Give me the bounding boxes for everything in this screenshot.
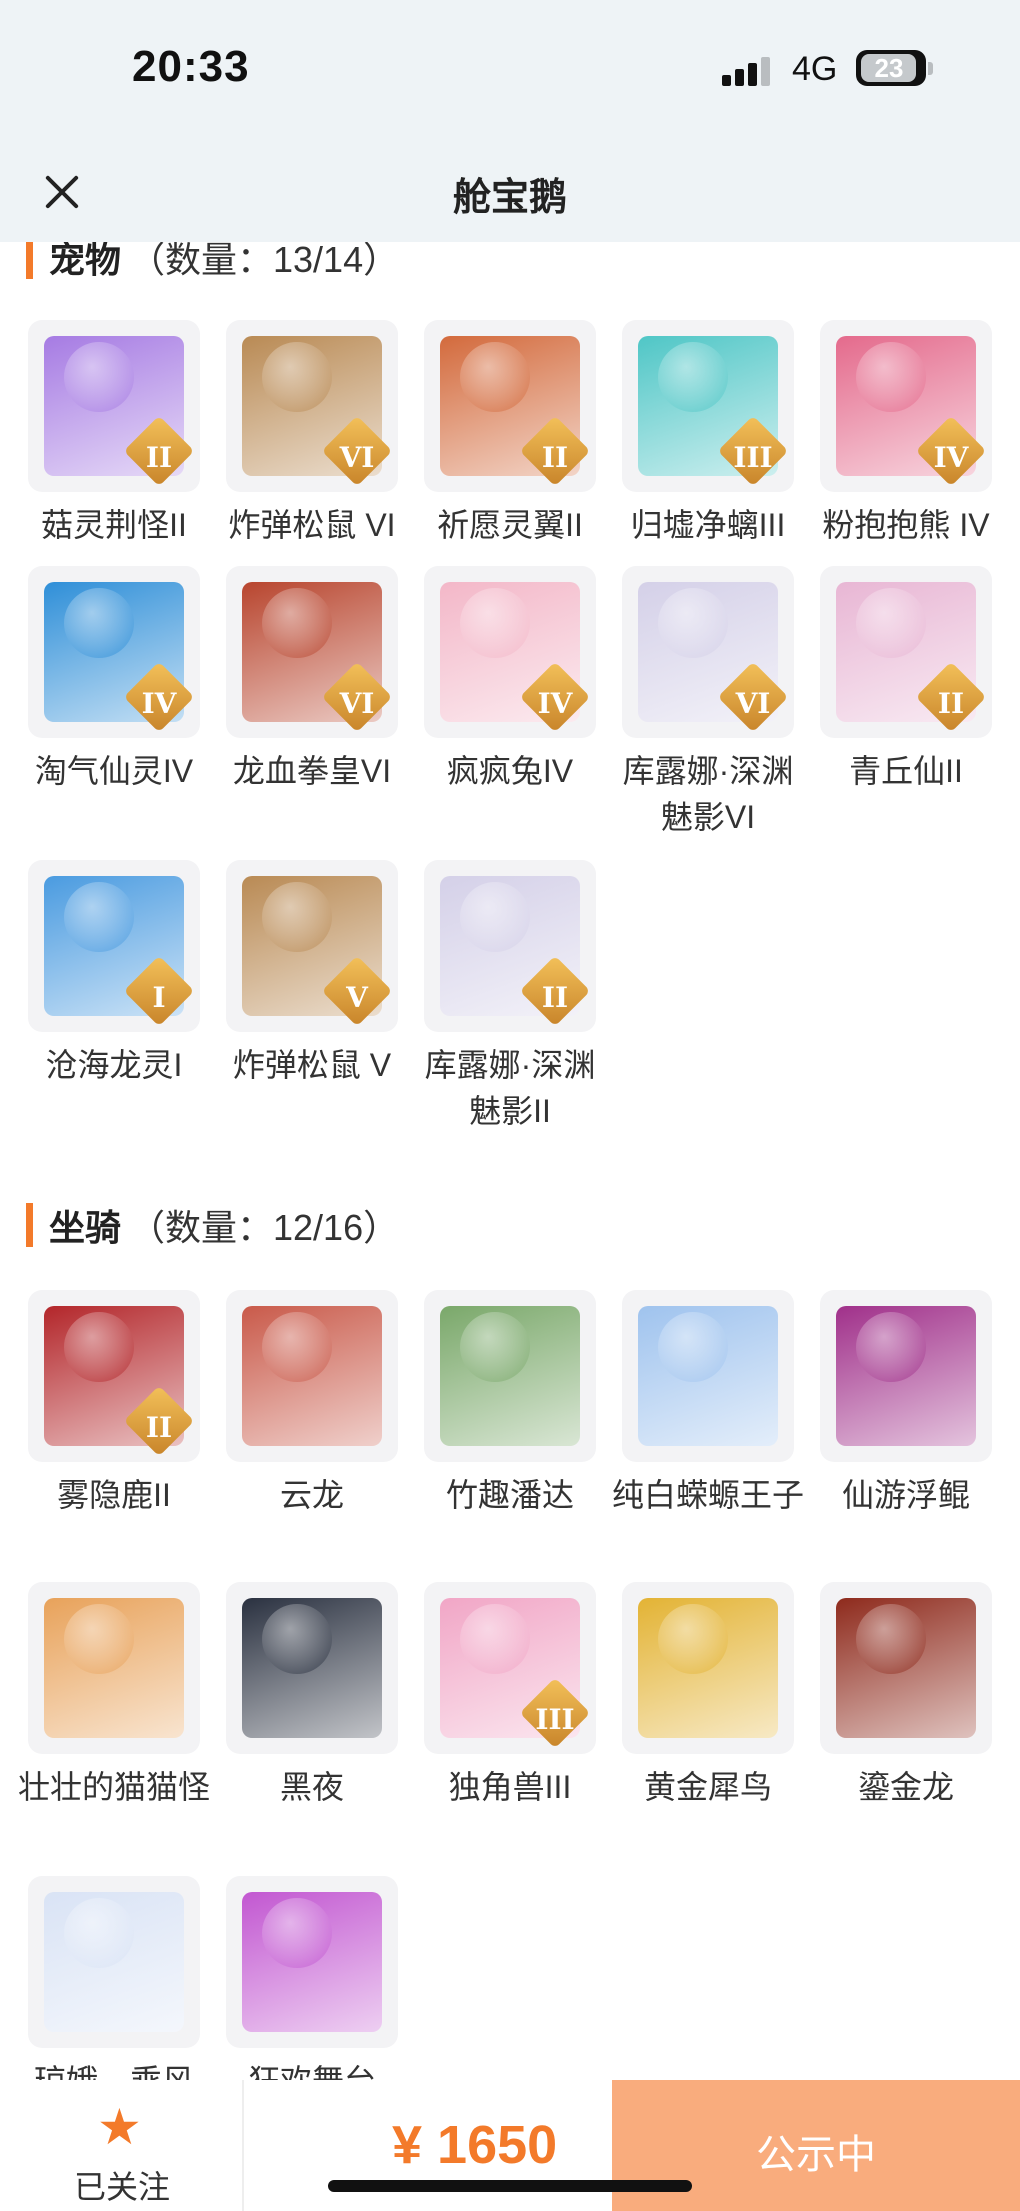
tier-badge-label: II <box>145 441 173 474</box>
item-thumbnail: IV <box>424 566 596 738</box>
item-name: 黄金犀鸟 <box>643 1769 772 1805</box>
item-thumbnail: VI <box>622 566 794 738</box>
item-name: 炸弹松鼠 VI <box>228 507 396 543</box>
price: ¥ 1650 <box>392 2115 558 2175</box>
item-name: 狂欢舞台 <box>212 2058 412 2080</box>
tier-badge-label: VI <box>735 687 771 720</box>
item-name: 黑夜 <box>279 1769 344 1805</box>
item-name: 仙游浮鲲 <box>841 1477 970 1513</box>
section-header: 坐骑 （数量：12/16） <box>26 1200 399 1250</box>
item-name: 归墟净螭III <box>630 507 786 543</box>
tier-badge-label: IV <box>933 441 969 474</box>
item-thumbnail: III <box>622 320 794 492</box>
content-area: 宠物 （数量：13/14） II 菇灵荆怪II VI 炸弹松鼠 VI II 祈愿灵翼II III… <box>0 0 1020 2080</box>
public-status-label: 公示中 <box>756 2133 876 2177</box>
tier-badge-label: II <box>541 981 569 1014</box>
star-icon: ★ <box>97 2099 142 2155</box>
signal-icon <box>722 56 774 86</box>
follow-label: 已关注 <box>73 2169 170 2205</box>
top-bar: 20:33 4G 23 舱宝鹅 <box>0 0 1020 242</box>
item-name: 淘气仙灵IV <box>34 753 194 789</box>
item-name: 库露娜·深渊魅影II <box>424 1047 596 1129</box>
item-thumbnail <box>226 1582 398 1754</box>
item-name: 独角兽III <box>448 1769 572 1805</box>
item-name: 龙血拳皇VI <box>232 753 392 789</box>
item-name: 竹趣潘达 <box>445 1477 574 1513</box>
network-type: 4G <box>792 50 838 88</box>
item-name: 云龙 <box>279 1477 344 1513</box>
page-title: 舱宝鹅 <box>452 177 567 219</box>
section-accent-bar <box>26 1203 33 1247</box>
item-thumbnail: I <box>28 860 200 1032</box>
status-time: 20:33 <box>132 42 250 91</box>
item-thumbnail: II <box>28 1290 200 1462</box>
item-thumbnail: II <box>424 860 596 1032</box>
item-thumbnail: IV <box>28 566 200 738</box>
item-name: 祈愿灵翼II <box>437 507 583 543</box>
tier-badge-label: IV <box>537 687 573 720</box>
item-thumbnail: II <box>820 566 992 738</box>
item-name: 琼娥—乘风 <box>14 2058 214 2080</box>
item-thumbnail: III <box>424 1582 596 1754</box>
item-thumbnail: IV <box>820 320 992 492</box>
item-thumbnail: II <box>28 320 200 492</box>
item-name: 粉抱抱熊 IV <box>822 507 990 543</box>
battery-icon: 23 <box>856 50 926 86</box>
item-name: 纯白蝾螈王子 <box>611 1477 804 1513</box>
item-thumbnail <box>820 1290 992 1462</box>
tier-badge-label: II <box>541 441 569 474</box>
section-count: （数量：12/16） <box>129 1207 400 1248</box>
item-thumbnail <box>226 1290 398 1462</box>
tier-badge-label: III <box>733 441 773 474</box>
home-indicator <box>328 2180 692 2192</box>
tier-badge-label: II <box>937 687 965 720</box>
battery-tip-icon <box>928 62 933 75</box>
tier-badge-label: IV <box>141 687 177 720</box>
item-name: 炸弹松鼠 V <box>232 1047 392 1083</box>
item-name: 青丘仙II <box>849 753 963 789</box>
item-name: 雾隐鹿II <box>57 1477 171 1513</box>
item-name: 菇灵荆怪II <box>41 507 187 543</box>
tier-badge-label: VI <box>339 441 375 474</box>
item-thumbnail <box>28 1582 200 1754</box>
item-name: 沧海龙灵I <box>45 1047 183 1083</box>
item-thumbnail <box>622 1582 794 1754</box>
tier-badge-label: III <box>535 1703 575 1736</box>
tier-badge-label: VI <box>339 687 375 720</box>
item-thumbnail <box>226 1876 398 2048</box>
item-name: 库露娜·深渊魅影VI <box>622 753 794 835</box>
tier-badge-label: II <box>145 1411 173 1444</box>
item-thumbnail: VI <box>226 320 398 492</box>
tier-badge-label: V <box>346 981 368 1014</box>
item-thumbnail: II <box>424 320 596 492</box>
item-name: 鎏金龙 <box>857 1769 954 1805</box>
tier-badge-label: I <box>152 981 166 1014</box>
battery-level: 23 <box>874 53 904 83</box>
item-thumbnail <box>622 1290 794 1462</box>
item-thumbnail <box>28 1876 200 2048</box>
item-thumbnail <box>820 1582 992 1754</box>
item-name: 疯疯兔IV <box>446 753 574 789</box>
item-thumbnail <box>424 1290 596 1462</box>
item-thumbnail: V <box>226 860 398 1032</box>
item-name: 壮壮的猫猫怪 <box>17 1769 210 1805</box>
item-thumbnail: VI <box>226 566 398 738</box>
follow-button[interactable]: ★ 已关注 <box>0 2080 244 2211</box>
section-title: 坐骑 <box>49 1207 122 1248</box>
